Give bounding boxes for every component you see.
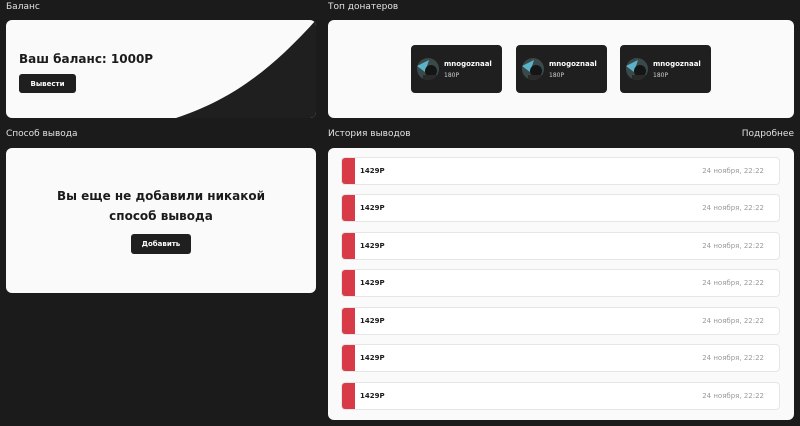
balance-card: Ваш баланс: 1000Р Вывести	[6, 20, 316, 118]
donor-amount: 180Р	[444, 71, 460, 79]
history-amount: 1429Р	[360, 317, 385, 325]
status-bar	[342, 308, 355, 334]
donor-amount: 180Р	[549, 71, 565, 79]
avatar-icon	[522, 58, 544, 80]
avatar-icon	[626, 58, 648, 80]
history-amount: 1429Р	[360, 204, 385, 212]
history-date: 24 ноября, 22:22	[702, 354, 764, 362]
history-section-title: История выводов	[328, 129, 411, 139]
history-row[interactable]: 1429Р 24 ноября, 22:22	[341, 269, 780, 297]
history-row[interactable]: 1429Р 24 ноября, 22:22	[341, 194, 780, 222]
status-bar	[342, 233, 355, 259]
history-amount: 1429Р	[360, 167, 385, 175]
history-date: 24 ноября, 22:22	[702, 279, 764, 287]
donor-amount: 180Р	[653, 71, 669, 79]
history-amount: 1429Р	[360, 392, 385, 400]
history-row[interactable]: 1429Р 24 ноября, 22:22	[341, 382, 780, 410]
avatar-icon	[417, 58, 439, 80]
top-donaters-section-title: Топ донатеров	[328, 2, 399, 12]
donor-card[interactable]: mnogoznaal 180Р	[620, 45, 711, 93]
add-method-button[interactable]: Добавить	[131, 234, 191, 254]
history-row[interactable]: 1429Р 24 ноября, 22:22	[341, 157, 780, 185]
empty-state-line: способ вывода	[109, 209, 213, 223]
status-bar	[342, 195, 355, 221]
history-card: 1429Р 24 ноября, 22:22 1429Р 24 ноября, …	[328, 148, 794, 420]
history-amount: 1429Р	[360, 279, 385, 287]
history-row[interactable]: 1429Р 24 ноября, 22:22	[341, 344, 780, 372]
history-date: 24 ноября, 22:22	[702, 317, 764, 325]
payout-method-card: Вы еще не добавили никакой способ вывода…	[6, 148, 316, 293]
status-bar	[342, 383, 355, 409]
history-row[interactable]: 1429Р 24 ноября, 22:22	[341, 232, 780, 260]
history-date: 24 ноября, 22:22	[702, 204, 764, 212]
history-amount: 1429Р	[360, 242, 385, 250]
top-donaters-card: mnogoznaal 180Р mnogoznaal 180Р mnogozna…	[328, 20, 794, 118]
empty-state-message: Вы еще не добавили никакой способ вывода	[6, 186, 316, 226]
history-row[interactable]: 1429Р 24 ноября, 22:22	[341, 307, 780, 335]
withdraw-button[interactable]: Вывести	[19, 74, 76, 93]
empty-state-line: Вы еще не добавили никакой	[56, 189, 266, 203]
payout-method-section-title: Способ вывода	[6, 129, 78, 139]
donor-card[interactable]: mnogoznaal 180Р	[411, 45, 502, 93]
balance-card-decoration	[176, 20, 316, 118]
status-bar	[342, 158, 355, 184]
status-bar	[342, 270, 355, 296]
history-date: 24 ноября, 22:22	[702, 392, 764, 400]
history-amount: 1429Р	[360, 354, 385, 362]
donor-name: mnogoznaal	[444, 59, 492, 68]
history-date: 24 ноября, 22:22	[702, 167, 764, 175]
history-date: 24 ноября, 22:22	[702, 242, 764, 250]
history-more-link[interactable]: Подробнее	[742, 129, 794, 139]
donor-name: mnogoznaal	[653, 59, 701, 68]
status-bar	[342, 345, 355, 371]
donor-name: mnogoznaal	[549, 59, 597, 68]
balance-section-title: Баланс	[6, 2, 40, 12]
donor-card[interactable]: mnogoznaal 180Р	[516, 45, 607, 93]
balance-amount: Ваш баланс: 1000Р	[19, 52, 154, 66]
